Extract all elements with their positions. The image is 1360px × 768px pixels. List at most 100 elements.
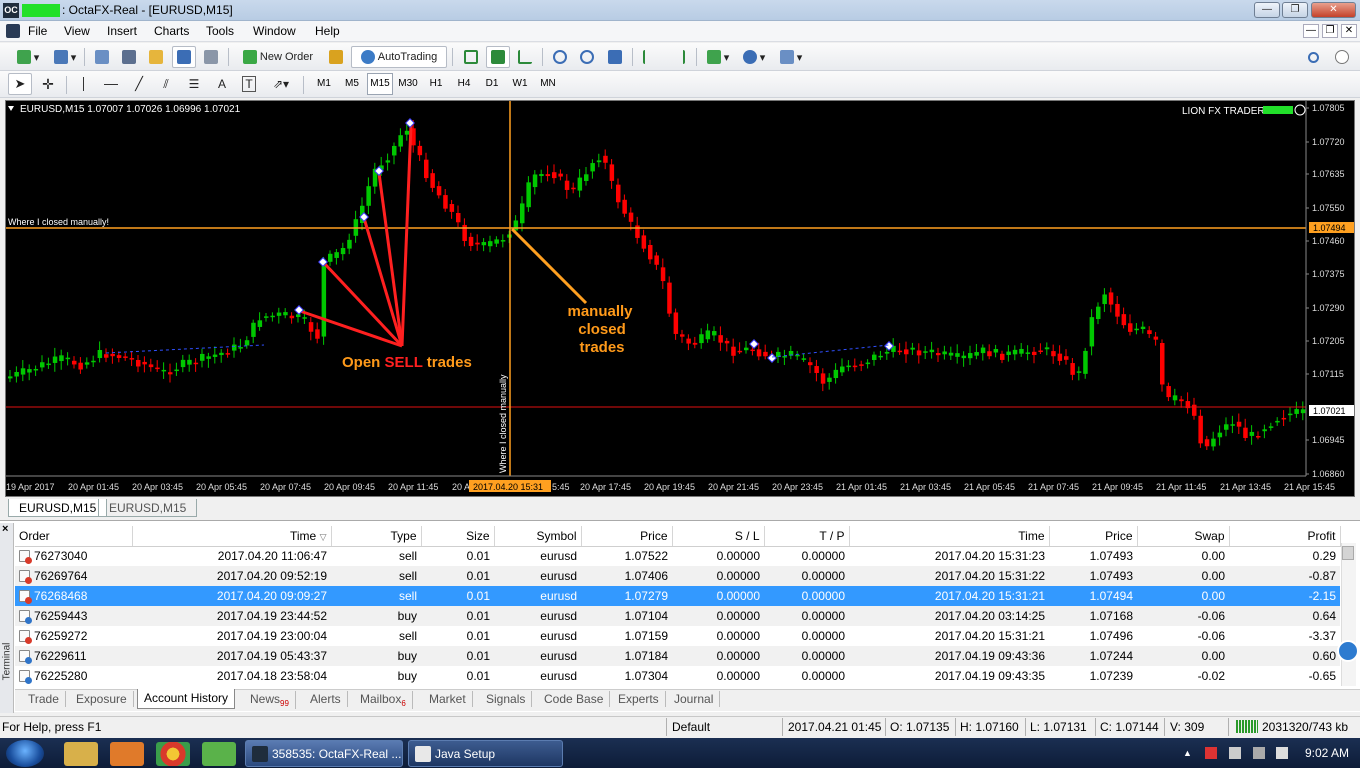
power-icon[interactable] — [1276, 747, 1288, 759]
action-center-icon[interactable] — [1253, 747, 1265, 759]
fibonacci-button[interactable]: ☰ — [183, 73, 205, 95]
scrollbar-thumb[interactable] — [1342, 546, 1354, 560]
templates-button[interactable]: ▾ — [774, 46, 808, 68]
text-label-button[interactable]: T — [238, 73, 260, 95]
col-open-time[interactable]: Time ▽ — [132, 526, 332, 547]
bar-chart-button[interactable] — [459, 46, 483, 68]
col-symbol[interactable]: Symbol — [494, 526, 582, 547]
tab-code-base[interactable]: Code Base — [538, 691, 611, 707]
strategy-tester-button[interactable] — [199, 46, 223, 68]
channel-button[interactable]: ⫽ — [155, 73, 177, 95]
tab-experts[interactable]: Experts — [612, 691, 666, 707]
table-row[interactable]: 76259272 2017.04.19 23:00:04 sell 0.01 eurus… — [15, 626, 1340, 646]
tf-m30[interactable]: M30 — [395, 73, 421, 95]
chat-button[interactable] — [1330, 46, 1354, 68]
horizontal-line-button[interactable] — [100, 73, 122, 95]
tf-w1[interactable]: W1 — [507, 73, 533, 95]
taskbar-mt4-button[interactable]: 358535: OctaFX-Real ... — [245, 740, 403, 767]
taskbar-java-button[interactable]: Java Setup — [408, 740, 563, 767]
tf-h4[interactable]: H4 — [451, 73, 477, 95]
maximize-button[interactable]: ❐ — [1282, 2, 1308, 18]
tf-m15[interactable]: M15 — [367, 73, 393, 95]
menu-help[interactable]: Help — [315, 24, 340, 38]
mdi-restore-button[interactable]: ❐ — [1322, 24, 1338, 38]
periods-button[interactable]: ▾ — [738, 46, 770, 68]
media-player-icon[interactable] — [110, 742, 144, 766]
data-window-button[interactable] — [117, 46, 141, 68]
col-type[interactable]: Type — [331, 526, 422, 547]
table-row[interactable]: 76273040 2017.04.20 11:06:47 sell 0.01 eurus… — [15, 546, 1340, 566]
profiles-button[interactable]: ▾ — [50, 46, 80, 68]
tf-h1[interactable]: H1 — [423, 73, 449, 95]
mdi-minimize-button[interactable]: — — [1303, 24, 1319, 38]
search-button[interactable] — [1302, 46, 1324, 68]
zoom-in-button[interactable] — [548, 46, 572, 68]
navigator-button[interactable] — [144, 46, 168, 68]
col-size[interactable]: Size — [421, 526, 495, 547]
table-row[interactable]: 76259443 2017.04.19 23:44:52 buy 0.01 eurusd… — [15, 606, 1340, 626]
new-chart-button[interactable]: ▾ — [8, 46, 48, 68]
col-profit[interactable]: Profit — [1229, 526, 1341, 547]
network-icon[interactable] — [1229, 747, 1241, 759]
indicators-button[interactable]: ▾ — [702, 46, 734, 68]
vertical-line-button[interactable] — [72, 73, 94, 95]
metaeditor-button[interactable] — [324, 46, 348, 68]
tf-mn[interactable]: MN — [535, 73, 561, 95]
menu-view[interactable]: View — [64, 24, 90, 38]
tf-m5[interactable]: M5 — [339, 73, 365, 95]
table-row[interactable]: 76268468 2017.04.20 09:09:27 sell 0.01 eurus… — [15, 586, 1340, 606]
volume-muted-icon[interactable] — [1205, 747, 1217, 759]
table-row[interactable]: 76269764 2017.04.20 09:52:19 sell 0.01 eurus… — [15, 566, 1340, 586]
terminal-button[interactable] — [172, 46, 196, 68]
tray-expand-icon[interactable]: ▲ — [1183, 748, 1192, 758]
tf-d1[interactable]: D1 — [479, 73, 505, 95]
tab-trade[interactable]: Trade — [22, 691, 66, 707]
tab-market[interactable]: Market — [423, 691, 473, 707]
tab-news[interactable]: News99 — [244, 691, 296, 709]
autotrading-button[interactable]: AutoTrading — [351, 46, 447, 68]
price-chart[interactable]: EURUSD,M15 1.07007 1.07026 1.06996 1.070… — [5, 100, 1355, 497]
menu-window[interactable]: Window — [253, 24, 296, 38]
tf-m1[interactable]: M1 — [311, 73, 337, 95]
col-order[interactable]: Order — [15, 526, 133, 547]
terminal-close-button[interactable]: × — [2, 523, 8, 535]
col-close-price[interactable]: Price — [1049, 526, 1138, 547]
autoscroll-button[interactable] — [638, 46, 662, 68]
zoom-out-button[interactable] — [575, 46, 599, 68]
table-row[interactable]: 76229611 2017.04.19 05:43:37 buy 0.01 eurusd… — [15, 646, 1340, 666]
col-sl[interactable]: S / L — [672, 526, 765, 547]
taskbar-clock[interactable]: 9:02 AM — [1305, 746, 1349, 760]
chart-tab[interactable]: EURUSD,M15 — [98, 499, 198, 517]
tile-windows-button[interactable] — [603, 46, 627, 68]
tab-signals[interactable]: Signals — [480, 691, 533, 707]
chrome-icon[interactable] — [156, 742, 190, 766]
arrows-button[interactable]: ⇗▾ — [264, 73, 298, 95]
chart-menu-icon[interactable] — [8, 106, 14, 111]
table-row[interactable]: 76225280 2017.04.18 23:58:04 buy 0.01 eurusd… — [15, 666, 1340, 686]
close-button[interactable]: ✕ — [1311, 2, 1356, 18]
minimize-button[interactable]: — — [1254, 2, 1280, 18]
crosshair-button[interactable]: ✛ — [36, 73, 60, 95]
tab-mailbox[interactable]: Mailbox6 — [354, 691, 413, 709]
one-click-trading-icon[interactable] — [1337, 640, 1359, 662]
document-icon[interactable] — [6, 24, 20, 38]
mdi-close-button[interactable]: ✕ — [1341, 24, 1357, 38]
tab-journal[interactable]: Journal — [668, 691, 721, 707]
chart-shift-button[interactable] — [666, 46, 690, 68]
menu-tools[interactable]: Tools — [206, 24, 234, 38]
menu-file[interactable]: File — [28, 24, 47, 38]
terminal-scrollbar[interactable] — [1341, 543, 1356, 686]
chart-tab-active[interactable]: EURUSD,M15 — [8, 499, 108, 517]
new-order-button[interactable]: New Order — [234, 46, 322, 68]
app-icon-taskbar[interactable] — [202, 742, 236, 766]
trendline-button[interactable]: ╱ — [128, 73, 150, 95]
col-tp[interactable]: T / P — [764, 526, 850, 547]
tab-account-history[interactable]: Account History — [137, 689, 236, 709]
start-button[interactable] — [6, 740, 44, 767]
line-chart-button[interactable] — [513, 46, 537, 68]
candlestick-button[interactable] — [486, 46, 510, 68]
tab-exposure[interactable]: Exposure — [70, 691, 134, 707]
tab-alerts[interactable]: Alerts — [304, 691, 348, 707]
col-open-price[interactable]: Price — [581, 526, 673, 547]
menu-charts[interactable]: Charts — [154, 24, 189, 38]
